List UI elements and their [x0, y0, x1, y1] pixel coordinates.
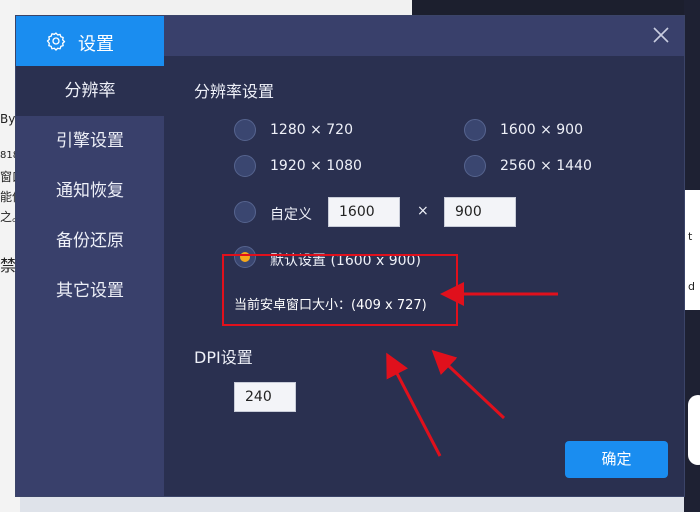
arrow-line [386, 352, 442, 457]
annotation-arrows [386, 282, 558, 457]
arrow-line [431, 349, 506, 420]
